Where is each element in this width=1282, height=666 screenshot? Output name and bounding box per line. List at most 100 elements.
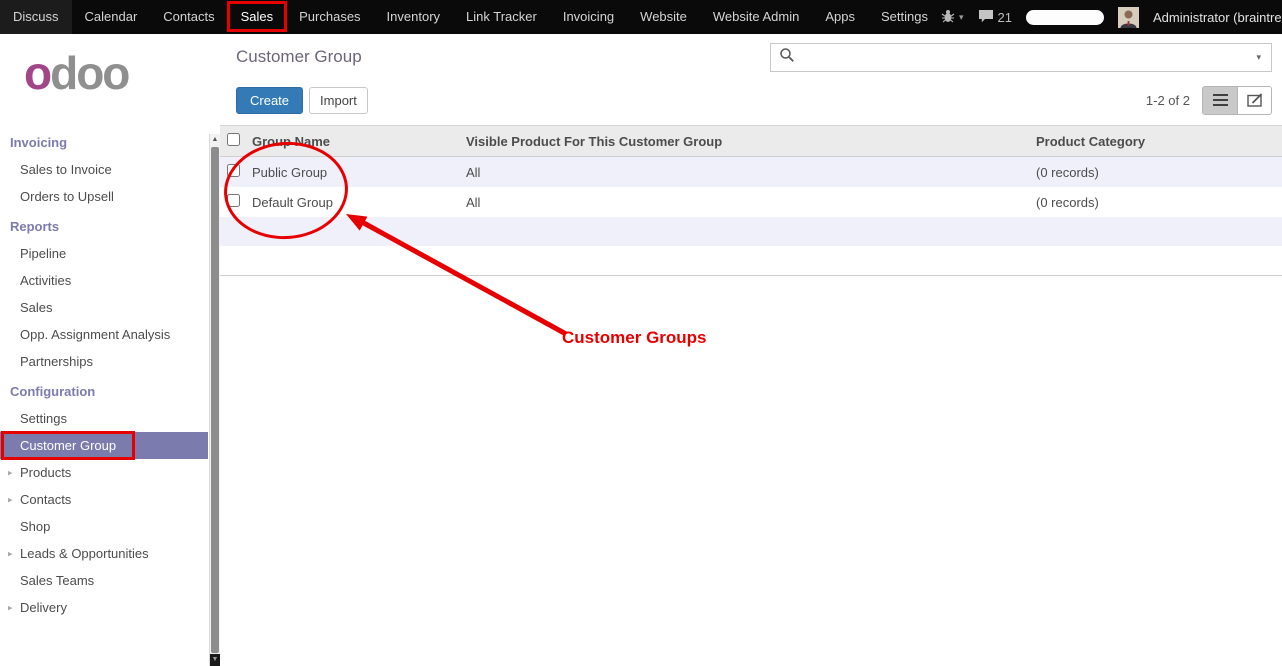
row-checkbox[interactable] <box>227 194 240 207</box>
sidebar-item-label: Leads & Opportunities <box>20 546 149 561</box>
caret-down-icon: ▾ <box>959 12 964 23</box>
page-title: Customer Group <box>236 47 362 67</box>
menu-link-tracker[interactable]: Link Tracker <box>453 0 550 34</box>
cell-visible-product: All <box>460 157 1030 188</box>
column-visible-product[interactable]: Visible Product For This Customer Group <box>460 126 1030 157</box>
empty-row <box>220 246 1282 276</box>
sidebar-item-opp-assignment-analysis[interactable]: Opp. Assignment Analysis <box>0 321 208 348</box>
sidebar-item-shop[interactable]: Shop <box>0 513 208 540</box>
row-checkbox[interactable] <box>227 164 240 177</box>
sidebar-item-label: Contacts <box>20 492 71 507</box>
table-row-public-group[interactable]: Public Group All (0 records) <box>220 157 1282 188</box>
sidebar-item-settings[interactable]: Settings <box>0 405 208 432</box>
sidebar-item-leads-opportunities[interactable]: ▸ Leads & Opportunities <box>0 540 208 567</box>
top-navbar: Discuss Calendar Contacts Sales Purchase… <box>0 0 1282 34</box>
expand-triangle-icon: ▸ <box>8 602 13 613</box>
menu-contacts[interactable]: Contacts <box>150 0 227 34</box>
menu-purchases[interactable]: Purchases <box>286 0 373 34</box>
sidebar-item-label: Opp. Assignment Analysis <box>20 327 170 342</box>
sidebar-item-label: Pipeline <box>20 246 66 261</box>
sidebar-item-label: Sales Teams <box>20 573 94 588</box>
menu-sales[interactable]: Sales <box>228 0 287 34</box>
menu-calendar[interactable]: Calendar <box>72 0 151 34</box>
customer-group-list: Group Name Visible Product For This Cust… <box>220 125 1282 276</box>
user-avatar[interactable] <box>1118 7 1139 28</box>
expand-triangle-icon: ▸ <box>8 467 13 478</box>
sidebar-nav: Invoicing Sales to Invoice Orders to Ups… <box>0 100 220 621</box>
sidebar-item-label: Sales <box>20 300 53 315</box>
sidebar-item-label: Activities <box>20 273 71 288</box>
sidebar-item-delivery[interactable]: ▸Delivery <box>0 594 208 621</box>
sidebar-item-contacts[interactable]: ▸ Contacts <box>0 486 208 513</box>
sidebar-item-sales-to-invoice[interactable]: Sales to Invoice <box>0 156 208 183</box>
logo-letter: o <box>24 47 50 99</box>
sidebar-item-pipeline[interactable]: Pipeline <box>0 240 208 267</box>
messages-count: 21 <box>998 10 1012 25</box>
sidebar-item-label: Settings <box>20 411 67 426</box>
control-panel: Customer Group ▾ <box>220 34 1282 80</box>
scroll-down-icon[interactable]: ▼ <box>210 654 220 666</box>
odoo-logo[interactable]: odoo <box>24 50 220 96</box>
table-header-row: Group Name Visible Product For This Cust… <box>220 126 1282 157</box>
cell-product-category: (0 records) <box>1030 187 1282 217</box>
sidebar-item-label: Partnerships <box>20 354 93 369</box>
search-input[interactable] <box>801 49 1248 66</box>
select-all-checkbox[interactable] <box>227 133 240 146</box>
form-view-button[interactable] <box>1237 87 1271 114</box>
pager: 1-2 of 2 <box>1146 86 1272 115</box>
cell-group-name: Public Group <box>246 157 460 188</box>
sidebar-item-activities[interactable]: Activities <box>0 267 208 294</box>
section-configuration: Configuration <box>0 375 220 405</box>
menu-website[interactable]: Website <box>627 0 700 34</box>
logo-rest: doo <box>50 47 128 99</box>
chat-bubble-icon <box>978 9 994 26</box>
import-button[interactable]: Import <box>309 87 368 114</box>
scroll-up-icon[interactable]: ▲ <box>210 134 220 146</box>
sidebar-item-products[interactable]: ▸ Products <box>0 459 208 486</box>
sidebar-item-partnerships[interactable]: Partnerships <box>0 348 208 375</box>
menu-discuss[interactable]: Discuss <box>0 0 72 34</box>
section-invoicing: Invoicing <box>0 126 220 156</box>
sidebar-item-label: Orders to Upsell <box>20 189 114 204</box>
column-product-category[interactable]: Product Category <box>1030 126 1282 157</box>
row-select-cell <box>220 157 246 188</box>
sidebar-item-label: Products <box>20 465 71 480</box>
user-menu[interactable]: Administrator (braintree) <box>1153 10 1282 25</box>
menu-website-admin[interactable]: Website Admin <box>700 0 812 34</box>
list-view-button[interactable] <box>1203 87 1237 114</box>
app-menus: Discuss Calendar Contacts Sales Purchase… <box>0 0 941 34</box>
select-all-cell <box>220 126 246 157</box>
button-row: Create Import 1-2 of 2 <box>220 80 1282 120</box>
sidebar-item-sales-teams[interactable]: Sales Teams <box>0 567 208 594</box>
menu-apps[interactable]: Apps <box>812 0 868 34</box>
table-row-default-group[interactable]: Default Group All (0 records) <box>220 187 1282 217</box>
main-content: Customer Group ▾ Create Import 1-2 of 2 <box>220 34 1282 666</box>
column-group-name[interactable]: Group Name <box>246 126 460 157</box>
menu-invoicing[interactable]: Invoicing <box>550 0 627 34</box>
odoo-backend-page: Discuss Calendar Contacts Sales Purchase… <box>0 0 1282 666</box>
sidebar: odoo Invoicing Sales to Invoice Orders t… <box>0 34 220 666</box>
empty-row <box>220 217 1282 246</box>
expand-triangle-icon: ▸ <box>8 494 13 505</box>
pager-range: 1-2 of 2 <box>1146 93 1190 108</box>
create-button[interactable]: Create <box>236 87 303 114</box>
scrollbar-thumb[interactable] <box>211 147 219 653</box>
debug-menu[interactable]: ▾ <box>941 9 964 26</box>
sidebar-scrollbar[interactable]: ▲ ▼ <box>209 134 220 666</box>
search-filters-caret-icon[interactable]: ▾ <box>1254 52 1263 63</box>
sidebar-item-sales[interactable]: Sales <box>0 294 208 321</box>
bug-icon <box>941 9 955 26</box>
timer-pill[interactable] <box>1026 10 1104 25</box>
cell-product-category: (0 records) <box>1030 157 1282 188</box>
messages-button[interactable]: 21 <box>978 9 1012 26</box>
expand-triangle-icon: ▸ <box>8 548 13 559</box>
row-select-cell <box>220 187 246 217</box>
cell-visible-product: All <box>460 187 1030 217</box>
search-icon <box>779 47 795 68</box>
menu-settings[interactable]: Settings <box>868 0 941 34</box>
sidebar-item-label: Customer Group <box>20 438 116 453</box>
sidebar-item-customer-group[interactable]: Customer Group <box>0 432 208 459</box>
sidebar-item-orders-to-upsell[interactable]: Orders to Upsell <box>0 183 208 210</box>
menu-inventory[interactable]: Inventory <box>374 0 453 34</box>
search-bar[interactable]: ▾ <box>770 43 1272 72</box>
